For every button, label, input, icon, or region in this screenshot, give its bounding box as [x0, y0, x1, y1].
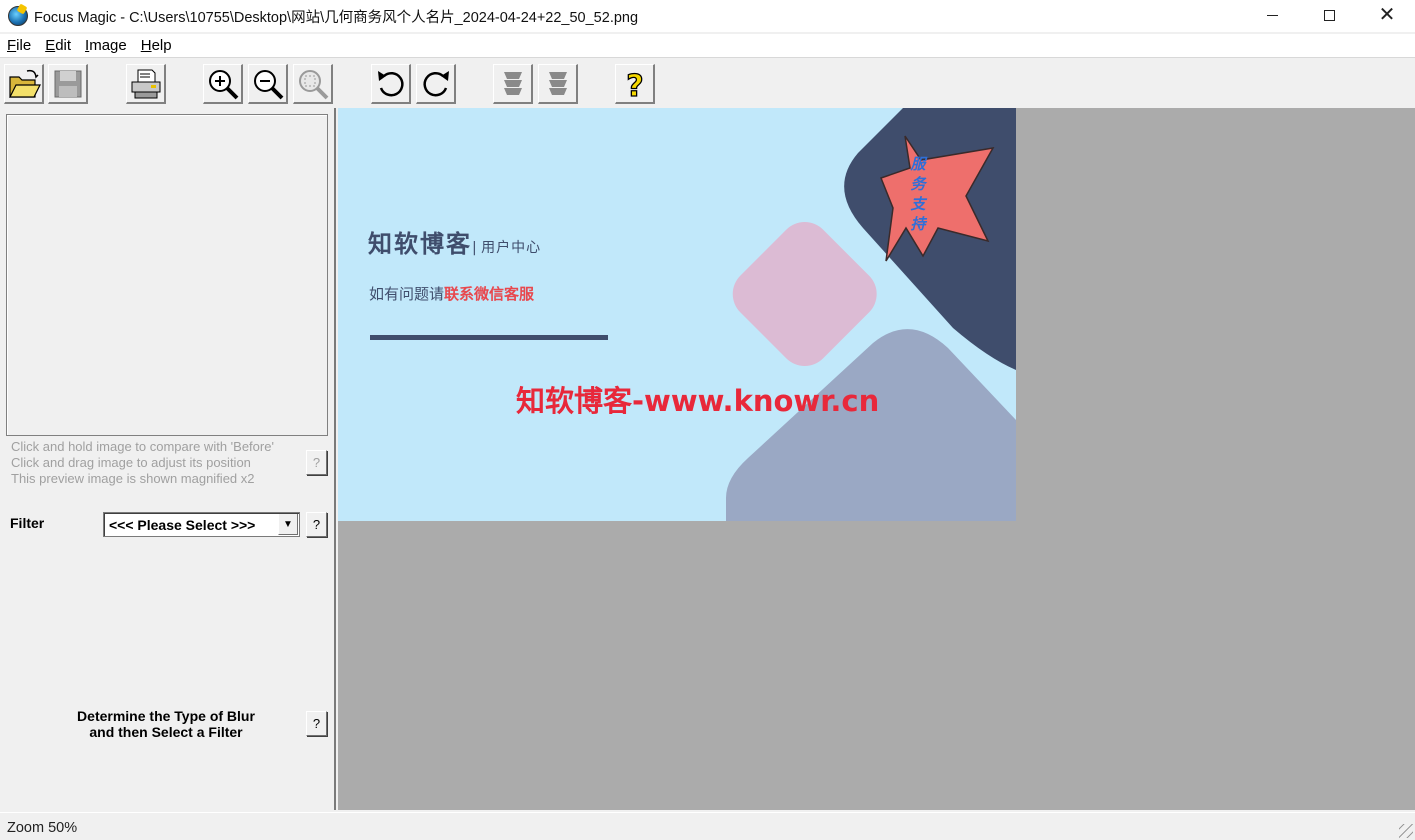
blur-help-button[interactable]: ?	[306, 711, 327, 736]
open-button[interactable]	[4, 64, 44, 104]
blur-filter-2-button[interactable]	[538, 64, 578, 104]
close-button[interactable]: ✕	[1358, 0, 1415, 30]
filter-help-button[interactable]: ?	[306, 512, 327, 537]
card-subtitle: 用户中心	[481, 240, 542, 256]
hint-magnified: This preview image is shown magnified x2	[11, 471, 255, 486]
blur-instruction-line-1: Determine the Type of Blur	[77, 708, 255, 724]
filter-selected-value: <<< Please Select >>>	[109, 516, 256, 533]
divider-bar	[370, 335, 608, 340]
hint-compare: Click and hold image to compare with 'Be…	[11, 439, 274, 454]
card-heading: 知软博客| 用户中心	[368, 224, 541, 259]
blur-instruction-line-2: and then Select a Filter	[89, 724, 243, 740]
maximize-icon	[1323, 9, 1335, 21]
card-separator: |	[472, 240, 482, 256]
menu-file[interactable]: File	[0, 37, 38, 54]
left-panel: Click and hold image to compare with 'Be…	[0, 108, 336, 810]
zoom-status: Zoom 50%	[7, 820, 78, 836]
printer-icon	[131, 69, 160, 98]
focus-magic-window: Focus Magic - C:\Users\10755\Desktop\网站\…	[0, 0, 1415, 840]
menu-bar: File Edit Image Help	[0, 34, 1415, 58]
zoom-in-icon	[208, 69, 238, 99]
rotate-right-icon	[423, 70, 449, 96]
watermark-text: 知软博客-www.knowr.cn	[516, 384, 880, 418]
preview-help-button[interactable]: ?	[306, 450, 327, 475]
rotate-left-button[interactable]	[371, 64, 411, 104]
window-title: Focus Magic - C:\Users\10755\Desktop\网站\…	[34, 9, 639, 26]
card-brand: 知软博客	[368, 230, 472, 258]
zoom-out-button[interactable]	[248, 64, 288, 104]
rotate-right-button[interactable]	[416, 64, 456, 104]
blur-filter-1-button[interactable]	[493, 64, 533, 104]
card-contact-highlight: 联系微信客服	[444, 285, 535, 303]
blur-filter-2-icon	[548, 71, 567, 95]
toolbar: ?	[0, 60, 1415, 108]
slate-triangle-shape	[726, 329, 1016, 521]
print-button[interactable]	[126, 64, 166, 104]
minimize-button[interactable]	[1243, 0, 1301, 30]
menu-help[interactable]: Help	[134, 37, 179, 54]
zoom-out-icon	[253, 69, 283, 99]
pink-diamond-shape	[732, 222, 877, 366]
menu-image[interactable]: Image	[78, 37, 134, 54]
minimize-icon	[1266, 14, 1278, 16]
help-button[interactable]: ?	[615, 64, 655, 104]
image-canvas[interactable]: 知软博客| 用户中心 如有问题请联系微信客服 知软博客-www.knowr.cn…	[338, 108, 1415, 810]
save-button[interactable]	[48, 64, 88, 104]
rotate-left-icon	[377, 70, 403, 96]
resize-grip-icon[interactable]	[1399, 824, 1413, 838]
business-card-image[interactable]: 知软博客| 用户中心 如有问题请联系微信客服 知软博客-www.knowr.cn…	[338, 108, 1016, 521]
chevron-down-icon[interactable]: ▼	[278, 514, 298, 535]
open-folder-icon	[8, 69, 41, 98]
card-contact-line: 如有问题请联系微信客服	[369, 283, 534, 304]
close-icon: ✕	[1378, 4, 1396, 26]
badge-vertical-text: 服务支持	[910, 155, 926, 233]
filter-dropdown[interactable]: <<< Please Select >>> ▼	[103, 512, 300, 537]
preview-image-box[interactable]	[6, 114, 328, 436]
status-bar: Zoom 50%	[0, 812, 1415, 840]
menu-edit[interactable]: Edit	[38, 37, 78, 54]
blur-filter-1-icon	[503, 71, 522, 95]
maximize-button[interactable]	[1300, 0, 1358, 30]
zoom-fit-icon	[298, 69, 328, 99]
help-question-icon: ?	[625, 68, 644, 101]
zoom-fit-button[interactable]	[293, 64, 333, 104]
filter-label: Filter	[10, 515, 45, 531]
svg-text:?: ?	[626, 69, 643, 101]
save-disk-icon	[54, 70, 81, 97]
hint-drag: Click and drag image to adjust its posit…	[11, 455, 251, 470]
card-contact-prefix: 如有问题请	[369, 285, 445, 303]
blur-instructions: Determine the Type of Blur and then Sele…	[30, 708, 302, 740]
app-logo-icon	[8, 6, 28, 26]
title-bar: Focus Magic - C:\Users\10755\Desktop\网站\…	[0, 0, 1415, 32]
zoom-in-button[interactable]	[203, 64, 243, 104]
